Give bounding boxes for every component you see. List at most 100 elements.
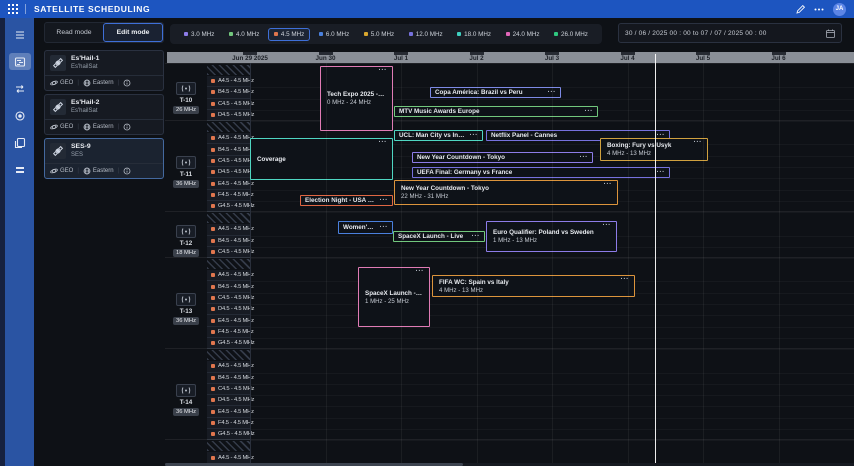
event-new-year-big[interactable]: New Year Countdown - Tokyo22 MHz - 31 MH… xyxy=(394,180,618,205)
avatar[interactable]: JA xyxy=(833,3,846,16)
info-icon[interactable] xyxy=(123,167,131,175)
event-boxing[interactable]: Boxing: Fury vs Usyk4 MHz - 13 MHz··· xyxy=(600,138,708,161)
edit-icon[interactable] xyxy=(796,5,805,14)
satellite-card-Es-Hail-2[interactable]: Es'Hail-2Es'hailSatGEO|Eastern| xyxy=(44,94,164,135)
satellite-operator: Es'hailSat xyxy=(71,108,99,115)
horizontal-scrollbar[interactable] xyxy=(165,463,854,466)
event-new-year-feed[interactable]: New Year Countdown - Tokyo··· xyxy=(412,152,593,163)
satellite-operator: SES xyxy=(71,152,91,159)
orbit-type[interactable]: GEO xyxy=(50,167,73,175)
footer-divider: | xyxy=(77,168,79,174)
region[interactable]: Eastern xyxy=(83,123,114,131)
event-subtitle: 1 MHz - 25 MHz xyxy=(365,298,423,305)
filter-chip-26-0-MHz[interactable]: 26.0 MHz xyxy=(548,28,594,41)
satellite-card-header: Es'Hail-1Es'hailSat xyxy=(45,51,163,75)
event-uefa-final[interactable]: UEFA Final: Germany vs France··· xyxy=(412,167,670,178)
event-title: SpaceX Launch - Live xyxy=(365,290,423,297)
event-spacex-live-big[interactable]: SpaceX Launch - Live1 MHz - 25 MHz ··· xyxy=(358,267,430,327)
day-grid-line xyxy=(477,63,478,463)
footer-divider: | xyxy=(118,80,120,86)
filter-chip-12-0-MHz[interactable]: 12.0 MHz xyxy=(403,28,449,41)
event-title: New Year Countdown - Tokyo xyxy=(401,185,611,192)
event-ucl-match[interactable]: UCL: Man City vs Inter Milan··· xyxy=(394,130,483,141)
filter-chip-18-0-MHz[interactable]: 18.0 MHz xyxy=(451,28,497,41)
event-title: Boxing: Fury vs Usyk xyxy=(607,142,701,149)
event-more-icon[interactable]: ··· xyxy=(380,199,389,203)
event-title: Tech Expo 2025 - Keyno... xyxy=(327,91,386,98)
filter-color-dot xyxy=(554,32,558,36)
filter-label: 24.0 MHz xyxy=(513,31,540,38)
filter-chip-4-0-MHz[interactable]: 4.0 MHz xyxy=(223,28,265,41)
calendar-icon[interactable] xyxy=(826,29,835,38)
filter-chip-5-0-MHz[interactable]: 5.0 MHz xyxy=(358,28,400,41)
filter-chip-6-0-MHz[interactable]: 6.0 MHz xyxy=(313,28,355,41)
satellite-operator: Es'hailSat xyxy=(71,64,99,71)
satellite-card-header: Es'Hail-2Es'hailSat xyxy=(45,95,163,119)
event-more-icon[interactable]: ··· xyxy=(604,183,613,187)
orbit-type[interactable]: GEO xyxy=(50,79,73,87)
orbit-type[interactable]: GEO xyxy=(50,123,73,131)
event-more-icon[interactable]: ··· xyxy=(580,156,589,160)
topbar: SATELLITE SCHEDULING JA xyxy=(0,0,854,18)
filter-color-dot xyxy=(506,32,510,36)
filter-chip-3-0-MHz[interactable]: 3.0 MHz xyxy=(178,28,220,41)
satellite-name: SES-9 xyxy=(71,143,91,151)
event-more-icon[interactable]: ··· xyxy=(380,226,389,230)
footer-divider: | xyxy=(118,168,120,174)
documents-icon[interactable] xyxy=(9,134,31,151)
event-title: FIFA WC: Spain vs Italy xyxy=(439,279,628,286)
scheduler: Jun 29 2025Jun 30Jul 1Jul 2Jul 3Jul 4Jul… xyxy=(165,52,854,466)
event-title: Coverage xyxy=(257,156,386,163)
frequency-filter-bar: 3.0 MHz4.0 MHz 4.5 MHz 6.0 MHz 5.0 MHz12.0 … xyxy=(170,24,602,44)
swap-list-icon[interactable] xyxy=(9,80,31,97)
event-more-icon[interactable]: ··· xyxy=(657,134,666,138)
satellite-card-Es-Hail-1[interactable]: Es'Hail-1Es'hailSat GEO | Eastern | xyxy=(44,50,164,91)
day-grid-line xyxy=(779,63,780,463)
footer-divider: | xyxy=(77,80,79,86)
event-spacex-live[interactable]: SpaceX Launch - Live··· xyxy=(393,231,485,242)
satellite-icon xyxy=(50,99,66,115)
date-range-input[interactable]: 30 / 06 / 2025 00 : 00 to 07 / 07 / 2025… xyxy=(618,23,842,43)
info-icon[interactable] xyxy=(123,79,131,87)
read-mode-button[interactable]: Read mode xyxy=(45,23,103,42)
event-more-icon[interactable]: ··· xyxy=(585,110,594,114)
app-grid-icon[interactable] xyxy=(8,4,18,14)
satellite-card-text: Es'Hail-2Es'hailSat xyxy=(71,99,99,115)
info-icon[interactable] xyxy=(123,123,131,131)
event-more-icon[interactable]: ··· xyxy=(379,69,388,73)
filter-color-dot xyxy=(274,32,278,36)
region[interactable]: Eastern xyxy=(83,79,114,87)
satellite-card-header: SES-9SES xyxy=(45,139,163,163)
filter-chip-4-5-MHz[interactable]: 4.5 MHz xyxy=(268,28,310,41)
region[interactable]: Eastern xyxy=(83,167,114,175)
menu-icon[interactable] xyxy=(9,26,31,43)
filter-label: 4.5 MHz xyxy=(281,31,304,38)
filter-chip-24-0-MHz[interactable]: 24.0 MHz xyxy=(500,28,546,41)
filter-color-dot xyxy=(319,32,323,36)
event-more-icon[interactable]: ··· xyxy=(379,141,388,145)
event-title: MTV Music Awards Europe xyxy=(399,108,582,115)
event-fifa-wc[interactable]: FIFA WC: Spain vs Italy4 MHz - 13 MHz··· xyxy=(432,275,635,297)
event-more-icon[interactable]: ··· xyxy=(657,171,666,175)
event-election-night[interactable]: Election Night - USA Feed··· xyxy=(300,195,393,206)
scheduler-view-icon[interactable] xyxy=(9,53,31,70)
event-womens-wc[interactable]: Women's WC: C...··· xyxy=(338,221,393,234)
satellite-card-SES-9[interactable]: SES-9SES GEO | Eastern | xyxy=(44,138,164,179)
target-icon[interactable] xyxy=(9,107,31,124)
footer-divider: | xyxy=(77,124,79,130)
event-more-icon[interactable]: ··· xyxy=(603,224,612,228)
event-copa-america[interactable]: Copa América: Brazil vs Peru··· xyxy=(430,87,561,98)
edit-mode-button[interactable]: Edit mode xyxy=(103,23,163,42)
more-options-icon[interactable] xyxy=(814,8,824,11)
date-range-value: 30 / 06 / 2025 00 : 00 to 07 / 07 / 2025… xyxy=(625,30,767,37)
filter-label: 6.0 MHz xyxy=(326,31,349,38)
filter-color-dot xyxy=(457,32,461,36)
day-grid-line xyxy=(552,63,553,463)
scrollbar-thumb[interactable] xyxy=(165,463,463,466)
event-mtv-awards[interactable]: MTV Music Awards Europe··· xyxy=(394,106,598,117)
event-more-icon[interactable]: ··· xyxy=(694,141,703,145)
event-coverage[interactable]: Coverage ··· xyxy=(250,138,393,180)
event-tech-expo[interactable]: Tech Expo 2025 - Keyno...0 MHz - 24 MHz·… xyxy=(320,66,393,131)
event-more-icon[interactable]: ··· xyxy=(416,270,425,274)
menu-bold-icon[interactable] xyxy=(9,161,31,178)
